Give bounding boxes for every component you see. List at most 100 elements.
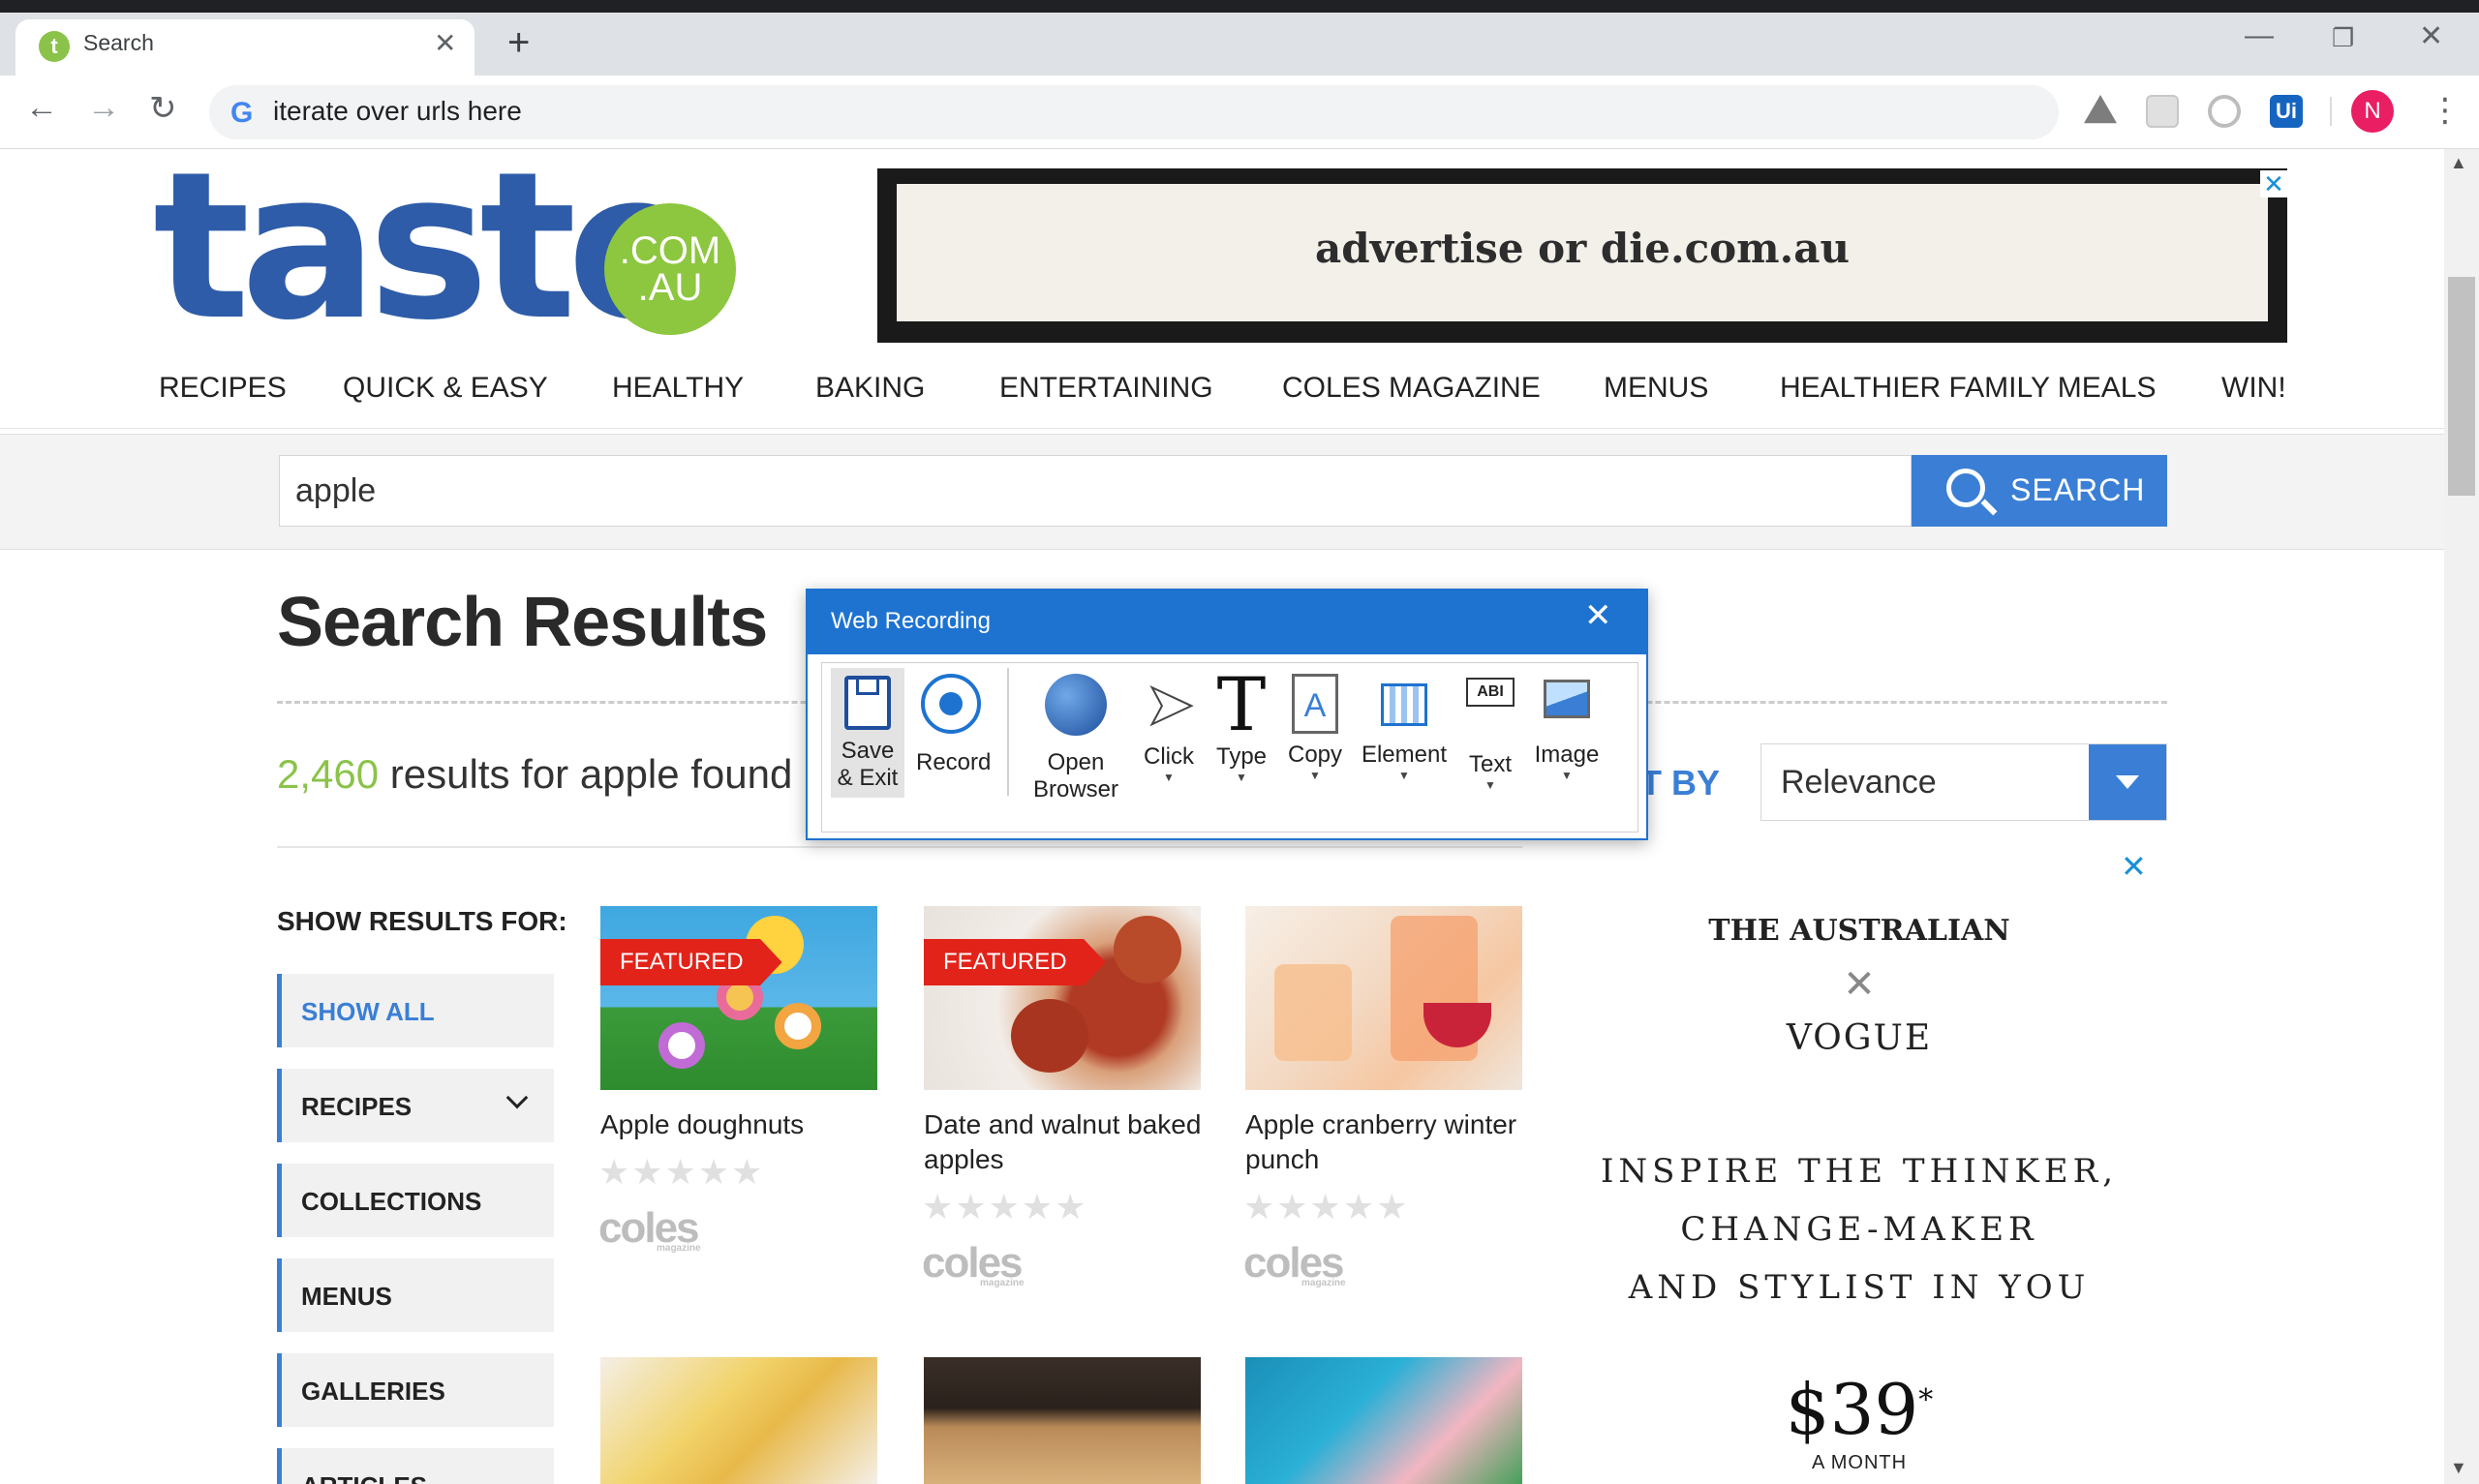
logo-domain: .COM .AU (604, 231, 736, 307)
card-image[interactable] (1245, 906, 1522, 1090)
save-exit-button[interactable]: Save & Exit (831, 668, 904, 798)
filter-galleries[interactable]: GALLERIES (277, 1353, 554, 1427)
search-button[interactable]: SEARCH (1912, 455, 2167, 527)
filter-show-all[interactable]: SHOW ALL (277, 974, 554, 1047)
restore-icon[interactable]: ❐ (2332, 23, 2354, 53)
punch-glass-graphic (1274, 964, 1352, 1061)
nav-healthier-family-meals[interactable]: HEALTHIER FAMILY MEALS (1780, 372, 2156, 405)
os-top-strip (0, 0, 2479, 13)
ad-price-period: A MONTH (1811, 1452, 1908, 1473)
nav-healthy[interactable]: HEALTHY (612, 372, 744, 405)
nav-coles-magazine[interactable]: COLES MAGAZINE (1282, 372, 1541, 405)
image-button[interactable]: Image ▼ (1530, 668, 1604, 782)
back-icon[interactable]: ← (25, 89, 58, 127)
filter-label: COLLECTIONS (301, 1187, 482, 1216)
result-count-number: 2,460 (277, 751, 380, 797)
text-icon: ABI (1466, 678, 1515, 707)
address-bar-text[interactable]: iterate over urls here (273, 96, 522, 127)
ad-collab-x-icon: ✕ (1843, 963, 1876, 1006)
ad-tagline-1: INSPIRE THE THINKER, (1600, 1152, 2119, 1191)
reload-icon[interactable]: ↻ (149, 89, 177, 128)
extension-icon[interactable] (2146, 95, 2179, 128)
click-button[interactable]: ➤ Click ▼ (1139, 668, 1199, 784)
new-tab-icon[interactable]: + (507, 21, 530, 65)
type-button[interactable]: T Type ▼ (1210, 668, 1272, 785)
text-button[interactable]: ABI Text ▼ (1460, 668, 1520, 792)
nav-win[interactable]: WIN! (2221, 372, 2286, 405)
card-image[interactable]: FEATURED (600, 906, 877, 1090)
card-image[interactable] (600, 1357, 877, 1484)
results-divider (277, 846, 1522, 848)
scroll-down-icon[interactable]: ▼ (2450, 1458, 2467, 1478)
uipath-extension-icon[interactable]: Ui (2270, 95, 2303, 128)
chevron-down-icon[interactable]: ▼ (1530, 769, 1604, 782)
menu-kebab-icon[interactable]: ⋮ (2429, 91, 2462, 130)
ad-close-icon[interactable]: ✕ (2121, 848, 2147, 885)
recorder-extension-icon[interactable] (2208, 95, 2241, 128)
nav-baking[interactable]: BAKING (815, 372, 925, 405)
card-title[interactable]: Apple doughnuts (600, 1107, 881, 1142)
record-button[interactable]: Record (916, 668, 992, 776)
sort-select[interactable]: Relevance (1760, 743, 2167, 821)
close-window-icon[interactable]: ✕ (2419, 19, 2443, 53)
rating-stars[interactable]: ★★★★★ (598, 1152, 764, 1193)
ad-tagline-3: AND STYLIST IN YOU (1628, 1268, 2091, 1307)
google-icon: G (230, 97, 254, 129)
filter-menus[interactable]: MENUS (277, 1258, 554, 1332)
chevron-down-icon[interactable]: ▼ (1358, 769, 1451, 782)
filter-collections[interactable]: COLLECTIONS (277, 1164, 554, 1237)
nav-menus[interactable]: MENUS (1604, 372, 1708, 405)
result-count-text: results for apple found (379, 751, 793, 797)
scroll-up-icon[interactable]: ▲ (2450, 153, 2467, 173)
chevron-down-icon[interactable]: ▼ (1460, 778, 1520, 792)
copy-label: Copy (1287, 742, 1343, 768)
element-button[interactable]: Element ▼ (1358, 668, 1451, 782)
ad-price[interactable]: $39* (1627, 1369, 2092, 1450)
forward-icon[interactable]: → (87, 89, 120, 127)
minimize-icon[interactable]: — (2245, 19, 2274, 52)
tab-title: Search (83, 30, 154, 55)
copy-icon: A (1292, 674, 1338, 734)
search-input[interactable] (279, 455, 1912, 527)
scrollbar-thumb[interactable] (2448, 277, 2475, 496)
chevron-down-icon[interactable]: ▼ (1284, 769, 1346, 782)
coles-logo: coles magazine (922, 1239, 1025, 1288)
baked-apple-graphic (1114, 916, 1181, 984)
brand-sub: magazine (1301, 1278, 1346, 1288)
nav-quick-easy[interactable]: QUICK & EASY (343, 372, 548, 405)
filter-recipes[interactable]: RECIPES (277, 1069, 554, 1142)
featured-badge: FEATURED (924, 939, 1106, 985)
save-icon (844, 676, 891, 730)
filter-articles[interactable]: ARTICLES (277, 1448, 554, 1484)
rating-stars[interactable]: ★★★★★ (922, 1187, 1087, 1227)
dialog-close-icon[interactable]: ✕ (1584, 596, 1612, 635)
chevron-down-icon[interactable]: ▼ (1139, 771, 1199, 784)
card-title[interactable]: Date and walnut baked apples (924, 1107, 1205, 1177)
save-exit-label: Save & Exit (837, 738, 899, 791)
nav-entertaining[interactable]: ENTERTAINING (999, 372, 1213, 405)
chevron-down-icon[interactable] (505, 1086, 529, 1109)
open-browser-button[interactable]: Open Browser (1023, 668, 1129, 803)
ad-tagline-2: CHANGE-MAKER (1680, 1210, 2038, 1249)
copy-button[interactable]: A Copy ▼ (1284, 668, 1346, 782)
ad-close-icon[interactable]: ✕ (2260, 170, 2287, 197)
filter-label: MENUS (301, 1282, 392, 1311)
ad-brand-australian: THE AUSTRALIAN (1708, 914, 2010, 948)
save-icon-slot (856, 680, 879, 695)
card-image[interactable] (1245, 1357, 1522, 1484)
record-label: Record (916, 749, 992, 775)
nav-recipes[interactable]: RECIPES (159, 372, 287, 405)
rating-stars[interactable]: ★★★★★ (1243, 1187, 1409, 1227)
text-label: Text (1468, 751, 1512, 777)
image-label: Image (1534, 742, 1600, 768)
tab-close-icon[interactable]: ✕ (434, 27, 456, 59)
chevron-down-icon[interactable] (2089, 744, 2166, 820)
chevron-down-icon[interactable]: ▼ (1210, 771, 1272, 784)
card-title[interactable]: Apple cranberry winter punch (1245, 1107, 1526, 1177)
card-image[interactable]: FEATURED (924, 906, 1201, 1090)
profile-avatar[interactable]: N (2351, 90, 2394, 133)
card-image[interactable] (924, 1357, 1201, 1484)
cursor-icon: ➤ (1145, 671, 1195, 738)
search-icon (1946, 469, 1985, 507)
globe-icon (1045, 674, 1107, 736)
